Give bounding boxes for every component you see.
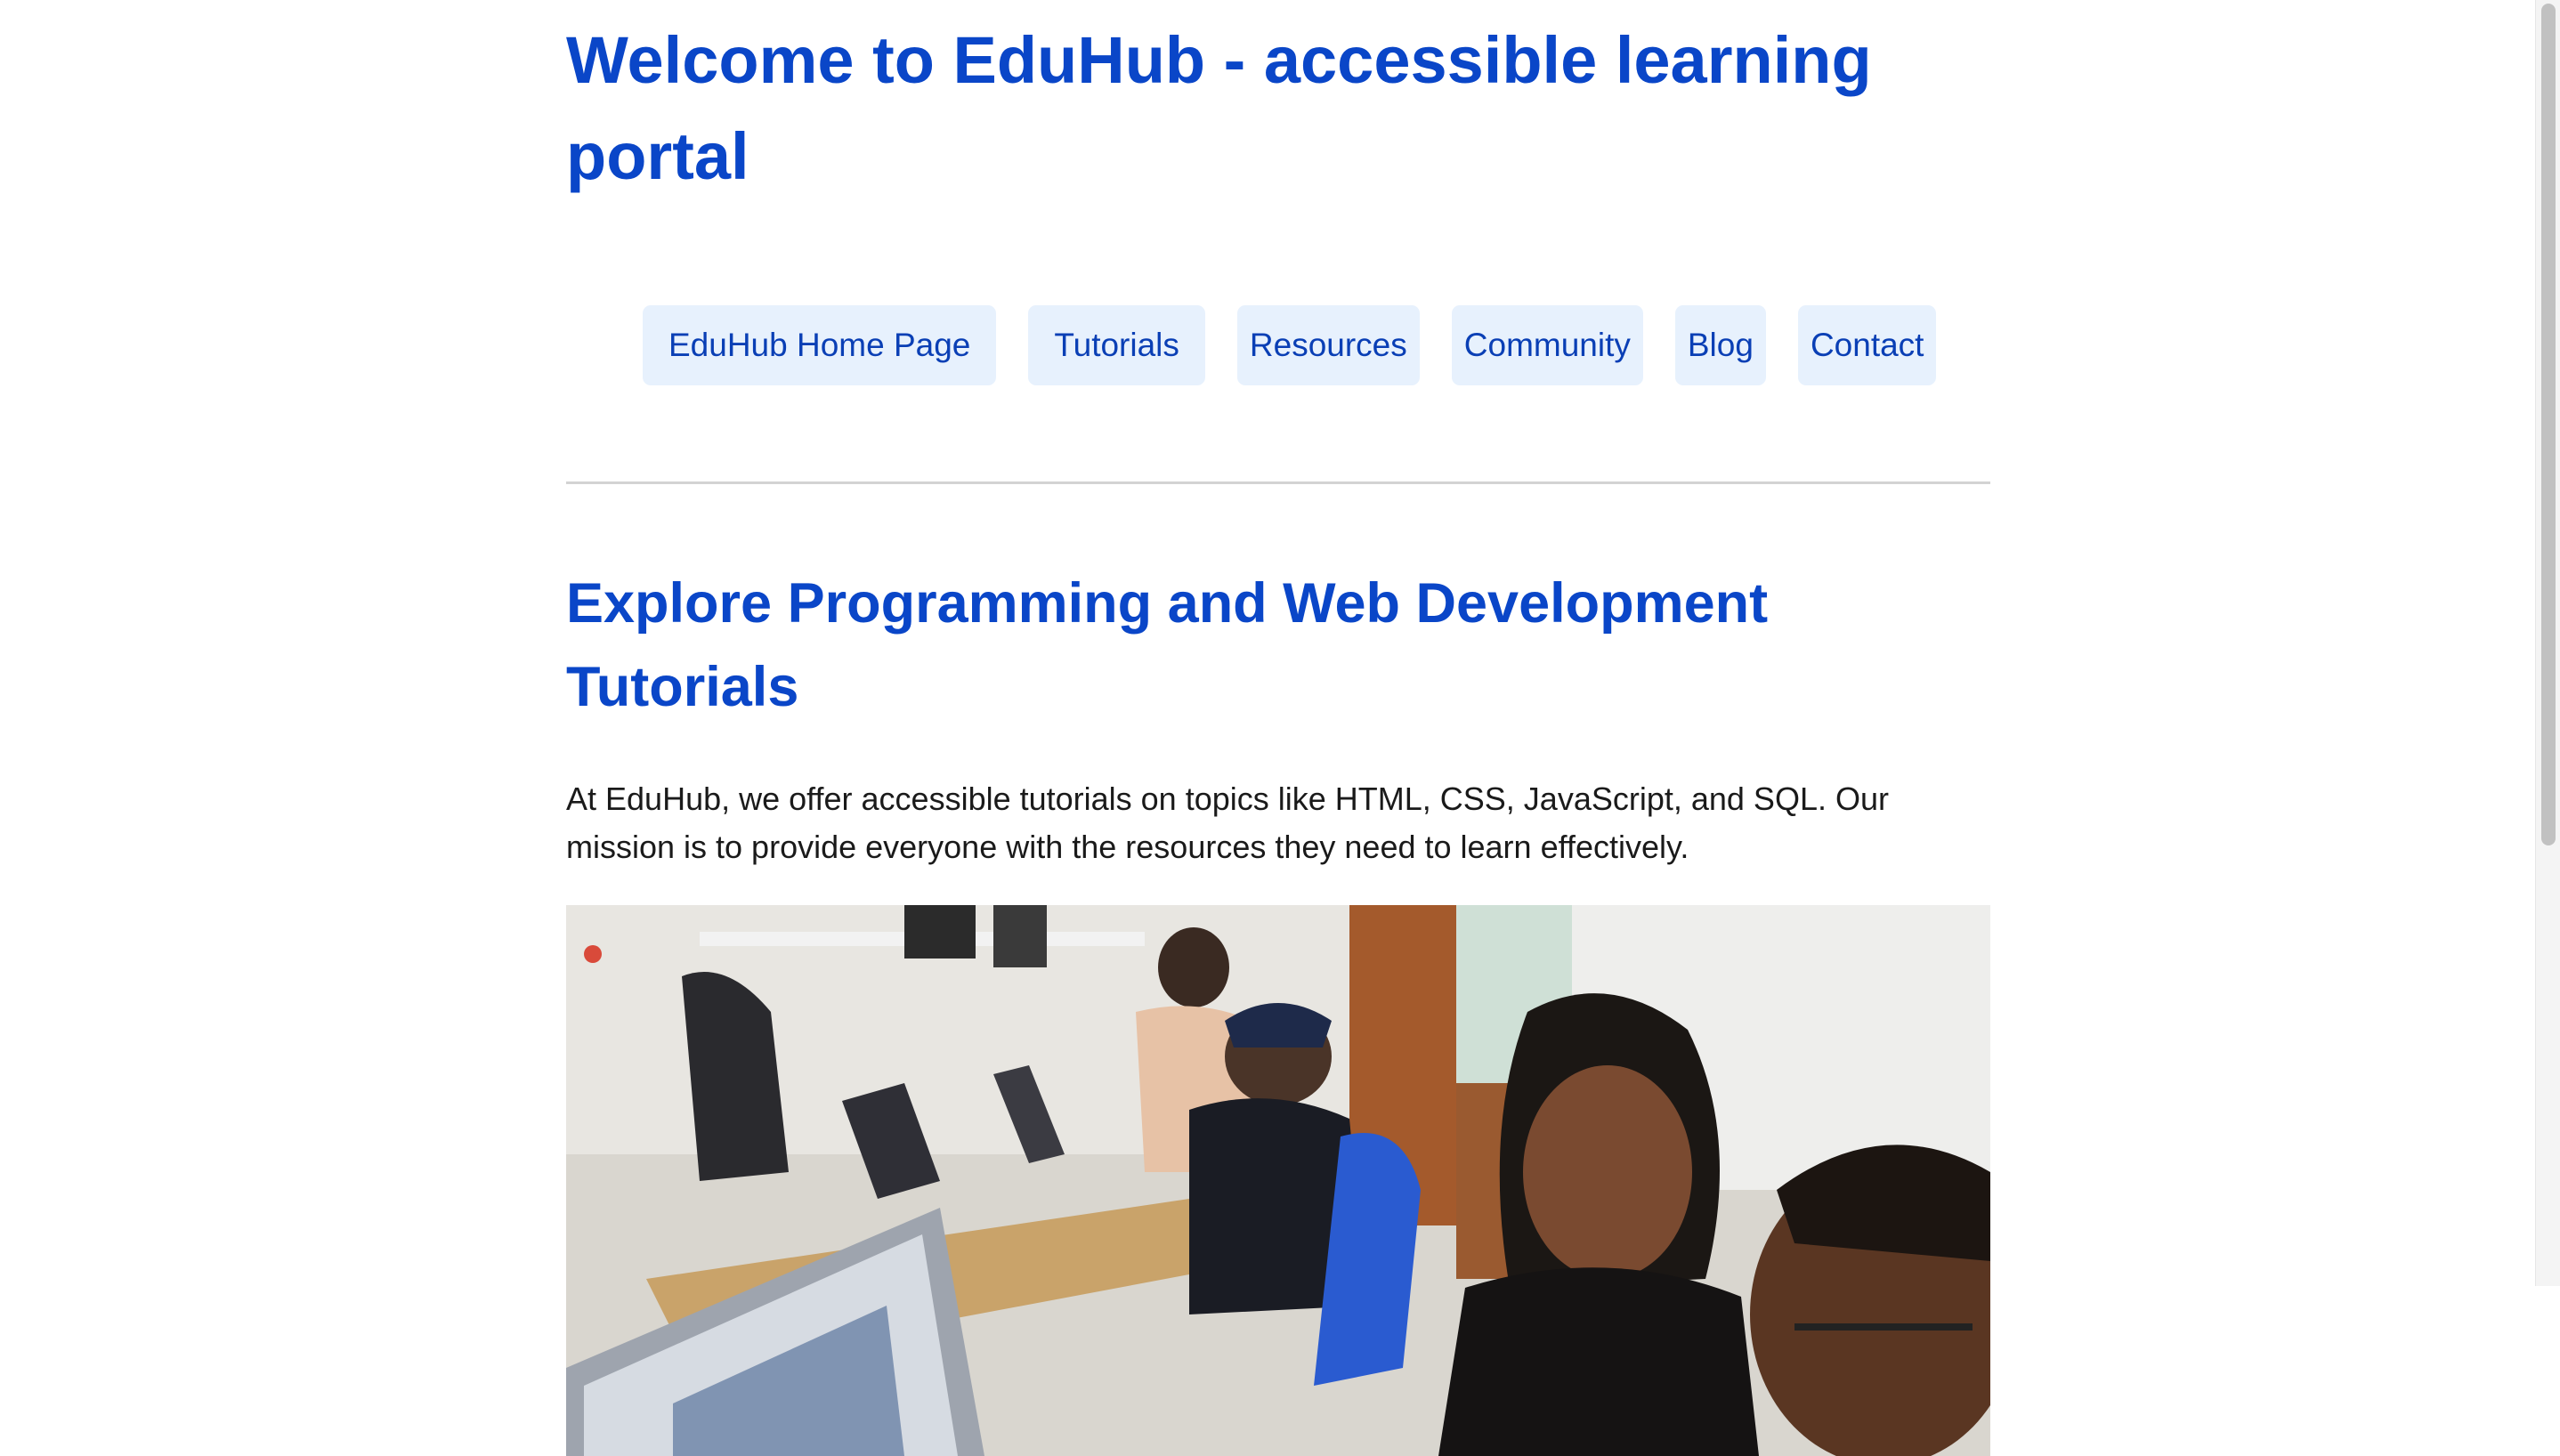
- nav-link-resources[interactable]: Resources: [1236, 305, 1420, 385]
- section-divider: [566, 481, 1990, 484]
- nav-link-tutorials[interactable]: Tutorials: [1028, 305, 1205, 385]
- classroom-photo-illustration: [566, 905, 1990, 1456]
- intro-paragraph: At EduHub, we offer accessible tutorials…: [566, 781, 1889, 865]
- scrollbar-thumb[interactable]: [2541, 4, 2556, 845]
- page: Welcome to EduHub - accessible learning …: [0, 0, 2560, 1456]
- nav-link-home[interactable]: EduHub Home Page: [643, 305, 997, 385]
- vertical-scrollbar[interactable]: [2535, 0, 2560, 1286]
- section-heading: Explore Programming and Web Development …: [566, 572, 1769, 718]
- nav-link-blog[interactable]: Blog: [1674, 305, 1766, 385]
- main-navigation: EduHub Home Page Tutorials Resources Com…: [643, 305, 1937, 385]
- nav-link-community[interactable]: Community: [1451, 305, 1643, 385]
- classroom-photo: [566, 905, 1990, 1456]
- nav-link-contact[interactable]: Contact: [1797, 305, 1937, 385]
- page-title: Welcome to EduHub - accessible learning …: [566, 23, 1872, 193]
